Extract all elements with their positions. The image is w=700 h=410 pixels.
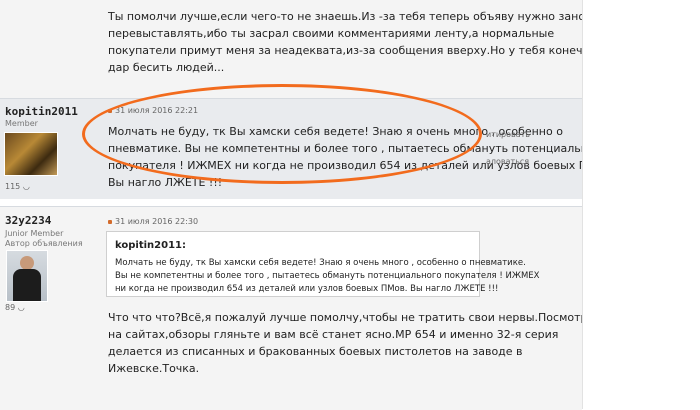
report-button[interactable]: аловаться: [486, 157, 529, 166]
avatar[interactable]: [6, 250, 48, 302]
post-author-role: Автор объявления: [5, 239, 83, 248]
speech-bubble-icon: ◡: [22, 182, 30, 191]
forum-thread: Ты помолчи лучше,если чего-то не знаешь.…: [0, 0, 613, 410]
speech-bubble-icon: ◡: [17, 303, 25, 312]
post-author[interactable]: kopitin2011: [5, 105, 78, 118]
post-text-line: Вы нагло ЛЖЕТЕ !!!: [108, 176, 223, 189]
quote-block: kopitin2011: Молчать не буду, тк Вы хамс…: [106, 231, 540, 297]
post-flag-icon: [108, 219, 112, 224]
post-author-role: Member: [5, 119, 38, 128]
post-text-line: дар бесить людей...: [108, 61, 225, 74]
quote-line: Вы не компетентны и более того , пытаете…: [115, 271, 540, 281]
previous-post: Ты помолчи лучше,если чего-то не знаешь.…: [0, 0, 598, 98]
avatar[interactable]: [4, 132, 58, 176]
page-gutter: [582, 0, 700, 409]
post-count: 115 ◡: [5, 182, 30, 191]
post-count: 89 ◡: [5, 303, 25, 312]
post-text-line: пневматике. Вы не компетентны и более то…: [108, 142, 608, 155]
post-text-line: покупатели примут меня за неадеквата,из-…: [108, 44, 597, 57]
post-text-line: Ижевске.Точка.: [108, 362, 200, 375]
post-text-line: Что что что?Всё,я пожалуй лучше помолчу,…: [108, 311, 608, 324]
post-text-line: на сайтах,обзоры гляньте и вам всё стане…: [108, 328, 559, 341]
post-author[interactable]: 32y2234: [5, 214, 51, 227]
quote-line: ни когда не производил 654 из деталей ил…: [115, 284, 499, 294]
post-date: 31 июля 2016 22:21: [108, 106, 198, 115]
quote-line: Молчать не буду, тк Вы хамски себя ведет…: [115, 258, 526, 268]
quote-author: kopitin2011:: [115, 240, 186, 251]
post-text-line: покупателя ! ИЖМЕХ ни когда не производи…: [108, 159, 614, 172]
post-text-line: перевыставлять,ибо ты засрал своими комм…: [108, 27, 555, 40]
quote-button[interactable]: итировать: [486, 130, 530, 139]
post-text-line: Ты помолчи лучше,если чего-то не знаешь.…: [108, 10, 599, 23]
post-date: 31 июля 2016 22:30: [108, 217, 198, 226]
post-flag-icon: [108, 108, 112, 113]
post-text-line: делается из списанных и бракованных боев…: [108, 345, 523, 358]
